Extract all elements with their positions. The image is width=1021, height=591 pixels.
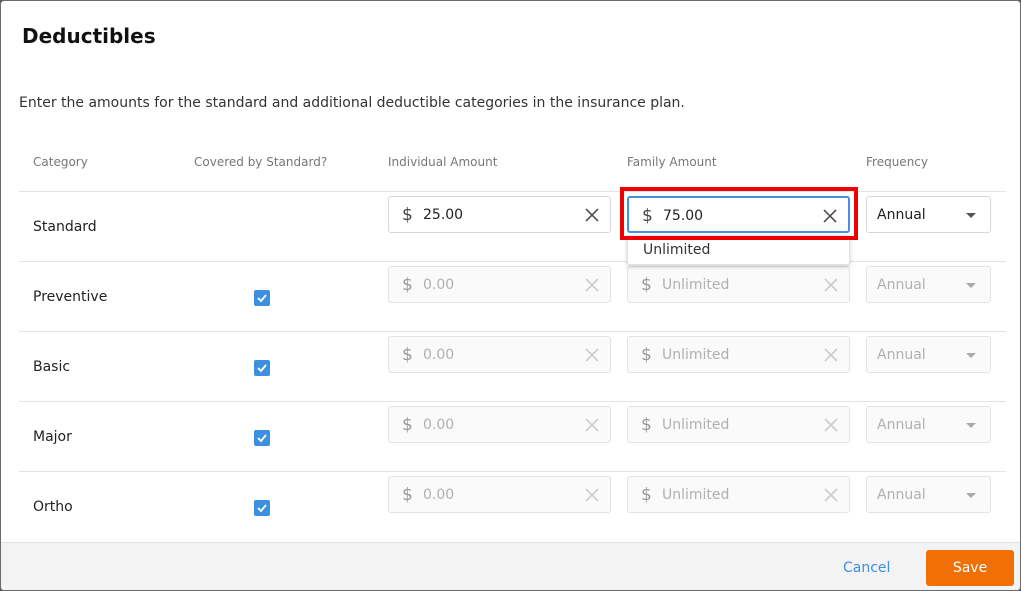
clear-icon <box>585 278 599 292</box>
check-icon <box>257 504 267 513</box>
individual-amount-input[interactable]: $ 0.00 <box>388 266 611 303</box>
individual-amount-input[interactable]: $ 0.00 <box>388 406 611 443</box>
clear-icon[interactable] <box>584 207 600 223</box>
chevron-down-icon <box>966 213 976 218</box>
dollar-icon: $ <box>402 485 413 505</box>
frequency-select[interactable]: Annual <box>866 196 991 233</box>
table-row: Preventive $ 0.00 $ Unlimited Annual <box>19 261 1006 331</box>
dialog-title: Deductibles <box>22 24 156 48</box>
frequency-select[interactable]: Annual <box>866 266 991 303</box>
clear-icon <box>824 488 838 502</box>
row-category-label: Preventive <box>33 289 108 305</box>
check-icon <box>257 434 267 443</box>
column-header-family: Family Amount <box>627 155 717 169</box>
individual-amount-value: 25.00 <box>423 207 464 223</box>
clear-icon <box>824 348 838 362</box>
save-button[interactable]: Save <box>926 550 1014 586</box>
row-category-label: Major <box>33 429 72 445</box>
dollar-icon: $ <box>641 275 652 295</box>
column-header-category: Category <box>33 155 88 169</box>
clear-icon <box>585 488 599 502</box>
frequency-select[interactable]: Annual <box>866 336 991 373</box>
dialog-description: Enter the amounts for the standard and a… <box>19 95 685 111</box>
check-icon <box>257 364 267 373</box>
covered-checkbox[interactable] <box>254 290 270 306</box>
column-header-covered: Covered by Standard? <box>194 155 328 169</box>
dollar-icon: $ <box>402 415 413 435</box>
chevron-down-icon <box>966 493 976 498</box>
individual-amount-input[interactable]: $ 0.00 <box>388 476 611 513</box>
individual-amount-input[interactable]: $ 25.00 <box>388 196 611 233</box>
frequency-value: Annual <box>877 347 926 363</box>
family-amount-value: Unlimited <box>662 277 730 293</box>
column-header-individual: Individual Amount <box>388 155 498 169</box>
family-amount-input[interactable]: $ Unlimited <box>627 266 850 303</box>
dollar-icon: $ <box>641 345 652 365</box>
highlight-box <box>620 187 858 240</box>
covered-checkbox[interactable] <box>254 360 270 376</box>
row-category-label: Basic <box>33 359 71 375</box>
frequency-select[interactable]: Annual <box>866 406 991 443</box>
dollar-icon: $ <box>402 275 413 295</box>
table-row: Basic $ 0.00 $ Unlimited Annual <box>19 331 1006 401</box>
deductibles-dialog: Deductibles Enter the amounts for the st… <box>0 0 1021 591</box>
row-category-label: Ortho <box>33 499 73 515</box>
frequency-value: Annual <box>877 277 926 293</box>
dollar-icon: $ <box>641 485 652 505</box>
chevron-down-icon <box>966 423 976 428</box>
check-icon <box>257 294 267 303</box>
dollar-icon: $ <box>641 415 652 435</box>
covered-checkbox[interactable] <box>254 430 270 446</box>
frequency-select[interactable]: Annual <box>866 476 991 513</box>
individual-amount-value: 0.00 <box>423 417 455 433</box>
individual-amount-value: 0.00 <box>423 347 455 363</box>
frequency-value: Annual <box>877 487 926 503</box>
individual-amount-input[interactable]: $ 0.00 <box>388 336 611 373</box>
column-header-frequency: Frequency <box>866 155 928 169</box>
dollar-icon: $ <box>402 345 413 365</box>
individual-amount-value: 0.00 <box>423 277 455 293</box>
cancel-button[interactable]: Cancel <box>843 560 890 576</box>
row-category-label: Standard <box>33 219 97 235</box>
chevron-down-icon <box>966 283 976 288</box>
table-row: Ortho $ 0.00 $ Unlimited Annual <box>19 471 1006 541</box>
family-amount-value: Unlimited <box>662 347 730 363</box>
family-amount-input[interactable]: $ Unlimited <box>627 406 850 443</box>
clear-icon <box>824 418 838 432</box>
clear-icon <box>824 278 838 292</box>
covered-checkbox[interactable] <box>254 500 270 516</box>
family-amount-input[interactable]: $ Unlimited <box>627 476 850 513</box>
dropdown-option-unlimited[interactable]: Unlimited <box>643 242 710 258</box>
dialog-footer: Cancel Save <box>1 542 1020 590</box>
clear-icon <box>585 348 599 362</box>
family-amount-value: Unlimited <box>662 487 730 503</box>
chevron-down-icon <box>966 353 976 358</box>
individual-amount-value: 0.00 <box>423 487 455 503</box>
table-row: Major $ 0.00 $ Unlimited Annual <box>19 401 1006 471</box>
dollar-icon: $ <box>402 205 413 225</box>
frequency-value: Annual <box>877 417 926 433</box>
family-amount-value: Unlimited <box>662 417 730 433</box>
frequency-value: Annual <box>877 207 926 223</box>
family-amount-input[interactable]: $ Unlimited <box>627 336 850 373</box>
clear-icon <box>585 418 599 432</box>
